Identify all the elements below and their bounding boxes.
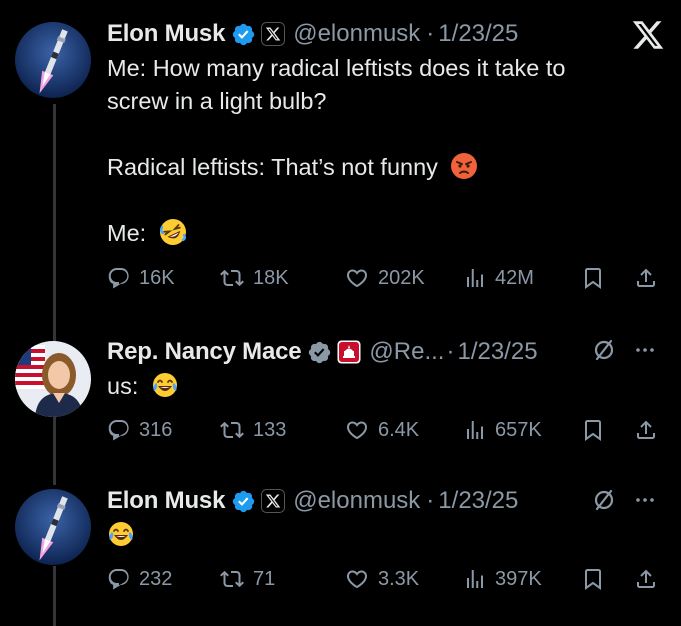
- like-icon: [346, 421, 368, 440]
- like-count: 6.4K: [378, 418, 420, 441]
- action-bar: 316 133 6.4K 657K: [107, 415, 663, 445]
- like-count: 202K: [378, 266, 425, 289]
- avatar[interactable]: [15, 341, 91, 417]
- repost-icon: [220, 269, 244, 287]
- share-icon: [637, 569, 655, 588]
- more-icon[interactable]: [633, 488, 657, 512]
- grok-icon[interactable]: [592, 488, 616, 512]
- x-affiliate-badge-icon: [261, 489, 286, 513]
- reply-button[interactable]: 316: [107, 415, 172, 445]
- avatar[interactable]: [15, 22, 91, 98]
- more-icon[interactable]: [633, 338, 657, 362]
- tweet-3[interactable]: Elon Musk @elonmusk · 1/23/25 232 71 3.3…: [0, 470, 681, 626]
- like-count: 3.3K: [378, 567, 420, 590]
- tears-of-joy-face-icon: [152, 373, 177, 397]
- like-button[interactable]: 202K: [344, 263, 425, 293]
- views-button[interactable]: 397K: [463, 564, 542, 594]
- tweet-1[interactable]: Elon Musk @elonmusk · 1/23/25 Me: How ma…: [0, 0, 681, 300]
- share-button[interactable]: [634, 415, 658, 445]
- repost-count: 71: [253, 567, 276, 590]
- display-name[interactable]: Elon Musk: [107, 487, 225, 515]
- action-bar: 232 71 3.3K 397K: [107, 564, 663, 594]
- timestamp[interactable]: 1/23/25: [438, 487, 518, 515]
- flag: [15, 345, 45, 389]
- tears-of-joy-face-icon: [109, 522, 133, 546]
- text-line: Me: How many radical leftists does it ta…: [107, 55, 566, 81]
- bookmark-icon: [585, 268, 601, 289]
- tweet-text: [107, 519, 667, 552]
- verified-badge-icon: [309, 341, 331, 363]
- handle[interactable]: @Re...: [369, 338, 444, 366]
- views-count: 397K: [495, 567, 542, 590]
- text-line: screw in a light bulb?: [107, 88, 327, 114]
- timestamp[interactable]: 1/23/25: [457, 338, 537, 366]
- bookmark-icon: [585, 569, 601, 590]
- views-count: 657K: [495, 418, 542, 441]
- reply-icon: [108, 268, 129, 289]
- action-bar: 16K 18K 202K 42M: [107, 263, 663, 293]
- reply-icon: [108, 420, 129, 441]
- rofl-face-icon: [159, 219, 186, 245]
- separator: ·: [426, 487, 435, 514]
- repost-icon: [220, 421, 244, 439]
- repost-button[interactable]: 71: [219, 564, 275, 594]
- grok-icon[interactable]: [592, 338, 616, 362]
- repost-button[interactable]: 18K: [219, 263, 289, 293]
- share-icon: [637, 268, 655, 287]
- share-button[interactable]: [634, 564, 658, 594]
- repost-button[interactable]: 133: [219, 415, 286, 445]
- like-icon: [346, 570, 368, 589]
- views-button[interactable]: 657K: [463, 415, 542, 445]
- share-button[interactable]: [634, 263, 658, 293]
- separator: ·: [426, 20, 435, 47]
- reply-button[interactable]: 16K: [107, 263, 175, 293]
- text-line: [107, 519, 667, 552]
- share-icon: [637, 420, 655, 439]
- x-affiliate-badge-icon: [261, 22, 286, 46]
- bookmark-button[interactable]: [581, 564, 605, 594]
- pouting-face-icon: [451, 153, 478, 179]
- bookmark-button[interactable]: [581, 415, 605, 445]
- views-icon: [467, 269, 483, 287]
- views-icon: [467, 570, 483, 588]
- timestamp[interactable]: 1/23/25: [438, 20, 518, 48]
- bookmark-button[interactable]: [581, 263, 605, 293]
- like-icon: [346, 269, 368, 288]
- tweet-text: us:: [107, 370, 667, 403]
- separator: ·: [446, 338, 455, 365]
- tweet-top-icons: [592, 338, 657, 362]
- handle[interactable]: @elonmusk: [293, 20, 420, 48]
- display-name[interactable]: Rep. Nancy Mace: [107, 338, 302, 366]
- tweet-top-icons: [592, 488, 657, 512]
- verified-badge-icon: [233, 490, 255, 512]
- text-line: Radical leftists: That’s not funny: [107, 151, 667, 184]
- verified-badge-icon: [233, 23, 255, 45]
- display-name[interactable]: Elon Musk: [107, 20, 225, 48]
- reply-button[interactable]: 232: [107, 564, 172, 594]
- views-button[interactable]: 42M: [463, 263, 534, 293]
- handle[interactable]: @elonmusk: [293, 487, 420, 515]
- avatar[interactable]: [15, 489, 91, 565]
- text-line: Me:: [107, 217, 667, 250]
- views-icon: [467, 421, 483, 439]
- like-button[interactable]: 3.3K: [344, 564, 419, 594]
- text-line: us:: [107, 370, 667, 403]
- bookmark-icon: [585, 420, 601, 441]
- tweet-text: Me: How many radical leftists does it ta…: [107, 52, 667, 250]
- repost-icon: [220, 570, 244, 588]
- us-house-badge-icon: [337, 340, 361, 364]
- repost-count: 133: [253, 418, 287, 441]
- views-count: 42M: [495, 266, 534, 289]
- tweet-2[interactable]: Rep. Nancy Mace @Re... · 1/23/25 us: 316…: [0, 300, 681, 470]
- reply-count: 232: [139, 567, 173, 590]
- repost-count: 18K: [253, 266, 289, 289]
- like-button[interactable]: 6.4K: [344, 415, 419, 445]
- reply-count: 316: [139, 418, 173, 441]
- reply-icon: [108, 569, 129, 590]
- reply-count: 16K: [139, 266, 175, 289]
